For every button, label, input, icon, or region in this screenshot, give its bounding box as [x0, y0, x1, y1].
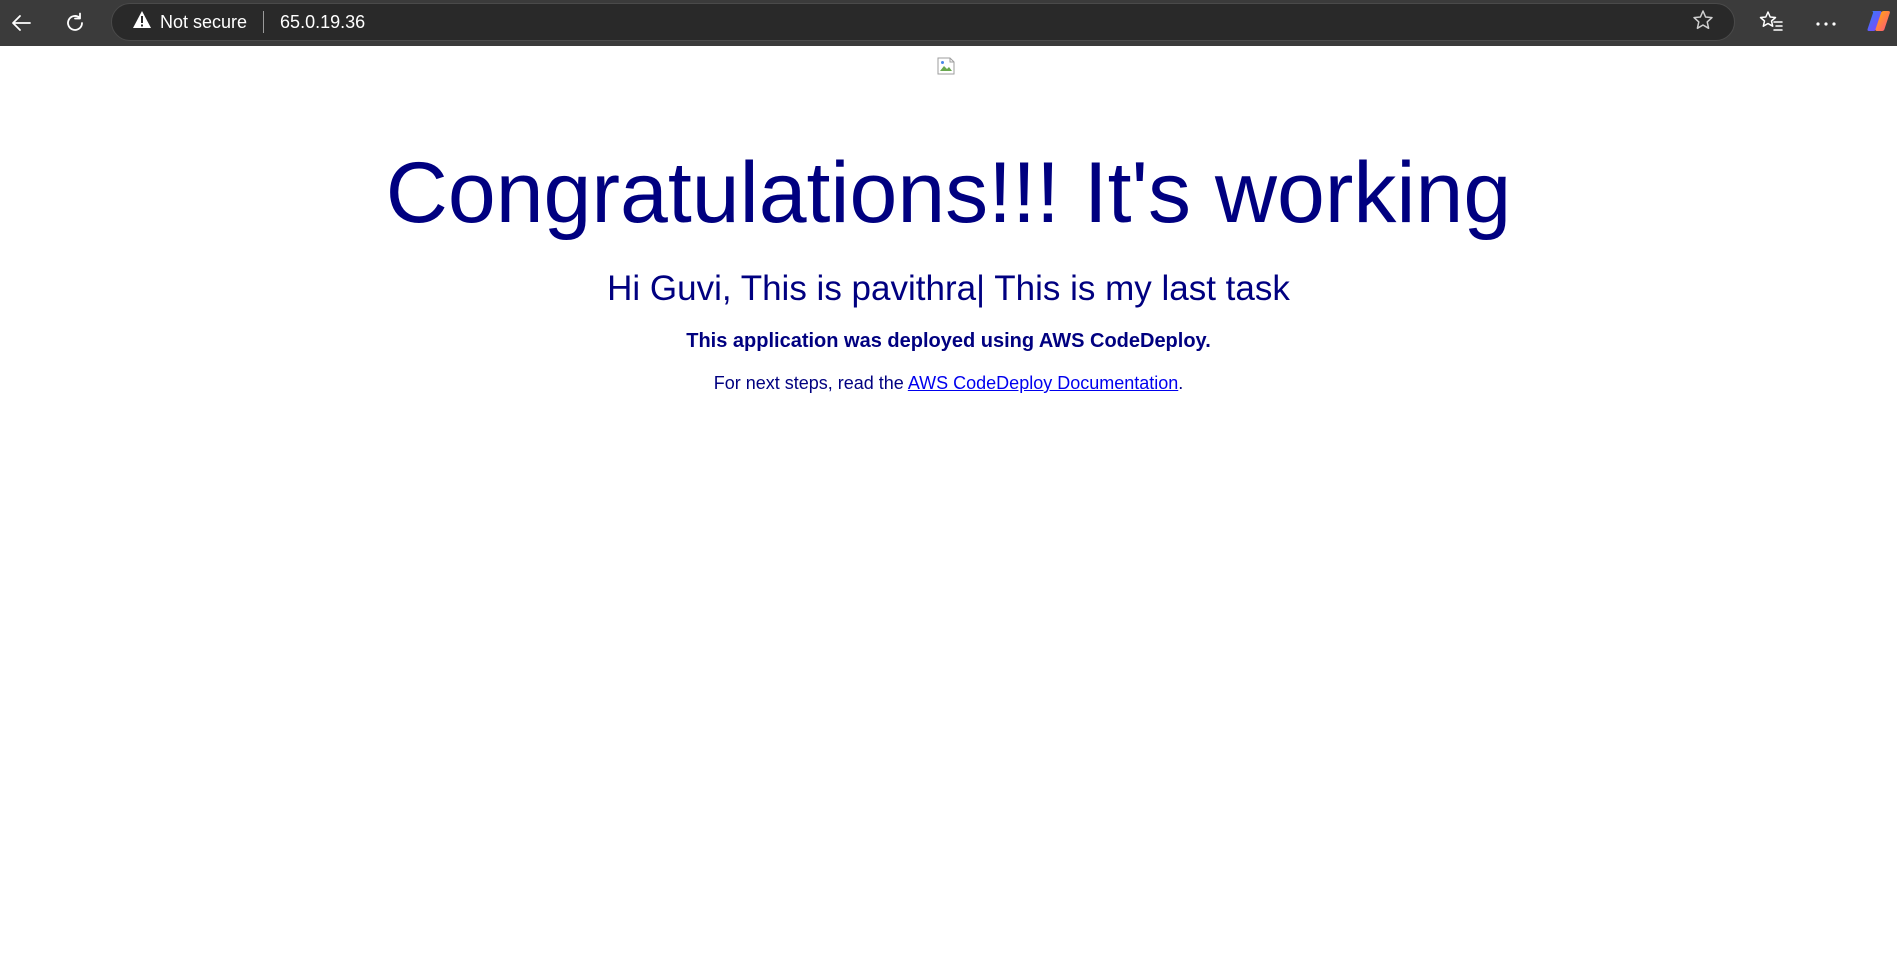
- deployment-note: This application was deployed using AWS …: [686, 330, 1211, 352]
- page-content: Congratulations!!! It's working Hi Guvi,…: [0, 46, 1897, 957]
- back-arrow-icon: [10, 12, 32, 34]
- star-icon: [1692, 9, 1714, 36]
- url-text[interactable]: 65.0.19.36: [280, 12, 1688, 33]
- next-steps-prefix: For next steps, read the: [713, 373, 908, 393]
- address-bar[interactable]: Not secure 65.0.19.36: [111, 3, 1735, 41]
- favorites-list-icon: [1759, 10, 1783, 37]
- next-steps-suffix: .: [1178, 373, 1184, 393]
- page-title: Congratulations!!! It's working: [385, 145, 1512, 241]
- security-label: Not secure: [160, 11, 248, 32]
- copilot-button[interactable]: [1862, 6, 1896, 40]
- copilot-icon: [1865, 7, 1893, 40]
- address-divider: [263, 11, 265, 33]
- reload-button[interactable]: [58, 6, 92, 40]
- favorites-button[interactable]: [1754, 6, 1788, 40]
- more-menu-button[interactable]: [1809, 6, 1843, 40]
- reload-icon: [64, 12, 86, 34]
- back-button[interactable]: [4, 6, 38, 40]
- add-favorite-button[interactable]: [1688, 7, 1718, 37]
- more-ellipsis-icon: [1815, 14, 1837, 32]
- browser-toolbar: Not secure 65.0.19.36: [0, 0, 1897, 46]
- codedeploy-docs-link[interactable]: AWS CodeDeploy Documentation: [908, 373, 1178, 393]
- site-security-chip[interactable]: Not secure: [112, 4, 247, 40]
- broken-image-icon: [936, 56, 956, 76]
- next-steps-text: For next steps, read the AWS CodeDeploy …: [0, 371, 1897, 395]
- subtitle: Hi Guvi, This is pavithra| This is my la…: [607, 269, 1290, 308]
- warning-triangle-icon: [132, 10, 152, 34]
